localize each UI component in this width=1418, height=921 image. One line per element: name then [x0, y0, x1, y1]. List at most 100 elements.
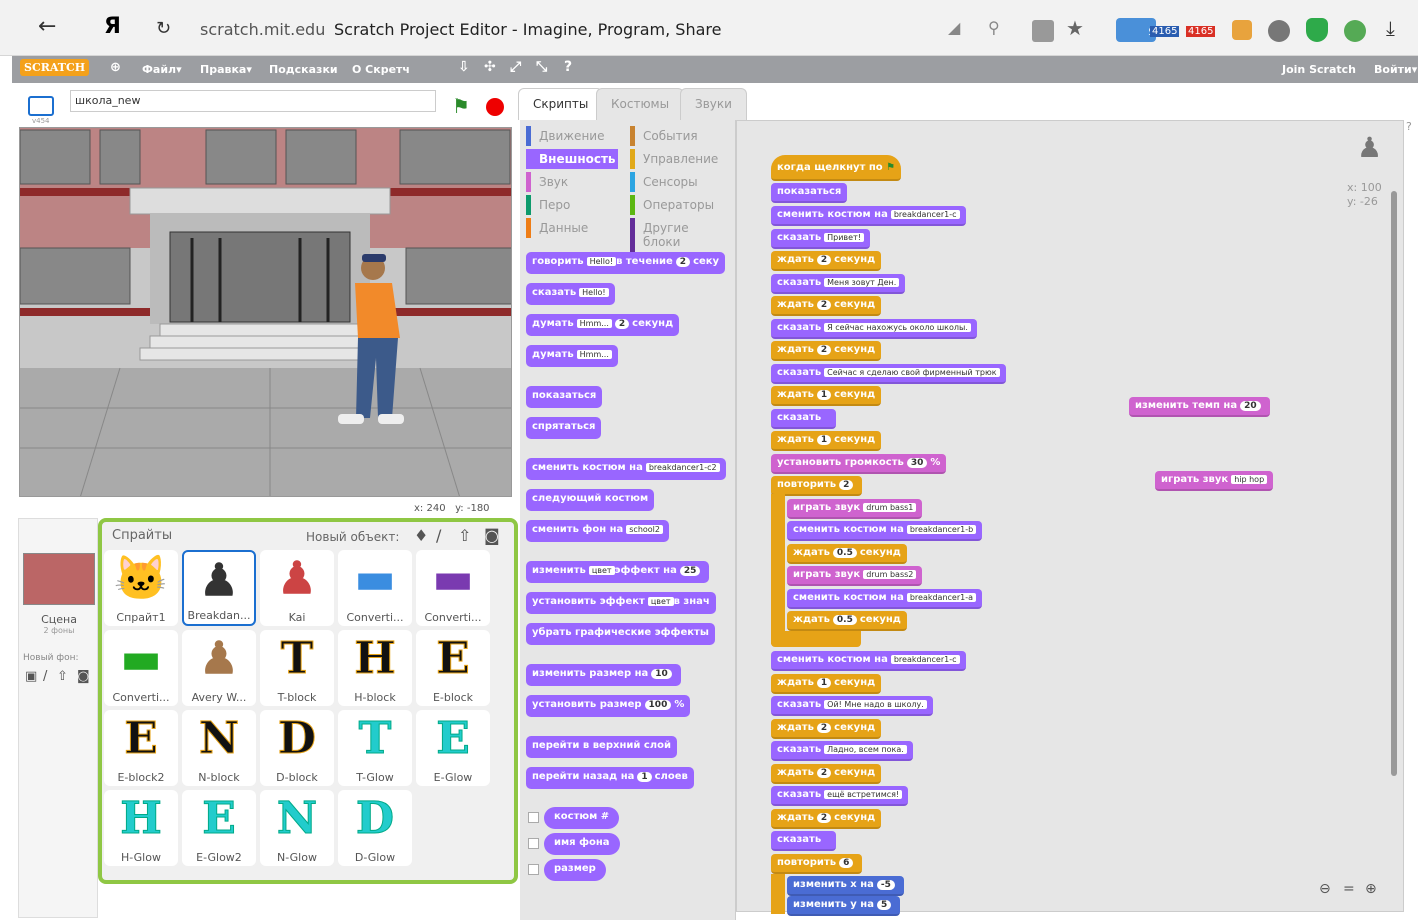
cut-icon[interactable]: ✣	[484, 59, 496, 75]
script-block[interactable]: сменить костюм на breakdancer1-c	[771, 206, 966, 226]
script-block[interactable]: ждать 1 секунд	[771, 674, 882, 694]
sprite-tile[interactable]: T T-Glow	[338, 710, 412, 786]
script-block[interactable]: сказать Я сейчас нахожусь около школы.	[771, 319, 977, 339]
tab-sounds[interactable]: Звуки	[680, 88, 747, 120]
paint-sprite-icon[interactable]: /	[436, 526, 441, 545]
palette-block[interactable]: перейти в верхний слой	[526, 736, 677, 758]
palette-block[interactable]: установить эффект цвет в знач	[526, 592, 716, 614]
script-block[interactable]: повторить 2	[771, 476, 863, 496]
palette-block[interactable]: сказать Hello!	[526, 283, 615, 305]
palette-block[interactable]: думать Hmm...	[526, 345, 618, 367]
palette-block[interactable]: показаться	[526, 386, 603, 408]
star-icon[interactable]: ★	[1066, 16, 1084, 40]
sprite-tile[interactable]: N N-block	[182, 710, 256, 786]
script-block[interactable]: показаться	[771, 183, 848, 203]
lock-icon[interactable]	[1032, 20, 1054, 42]
checkbox[interactable]	[528, 812, 539, 823]
script-block[interactable]: играть звук drum bass1	[787, 499, 923, 519]
checkbox[interactable]	[528, 838, 539, 849]
zoom-reset-icon[interactable]: =	[1343, 881, 1355, 897]
palette-block[interactable]: имя фона	[544, 833, 620, 855]
script-block[interactable]: сказать Привет!	[771, 229, 870, 249]
url-text[interactable]: scratch.mit.edu	[200, 20, 325, 39]
stage-canvas[interactable]	[19, 127, 512, 497]
reload-icon[interactable]: ↻	[156, 18, 171, 39]
script-block[interactable]: установить громкость 30%	[771, 454, 947, 474]
help-panel-icon[interactable]: ?	[1406, 120, 1418, 140]
shrink-icon[interactable]: ⤡	[536, 59, 547, 75]
help-icon[interactable]: ?	[564, 59, 572, 75]
category-9[interactable]: Другие блоки	[630, 218, 735, 252]
upload-sprite-icon[interactable]: ⇧	[458, 526, 471, 545]
mail-badge[interactable]: 4165	[1150, 26, 1180, 37]
sprite-tile[interactable]: E E-block	[416, 630, 490, 706]
menu-file[interactable]: Файл▾	[142, 63, 182, 76]
category-7[interactable]: Сенсоры	[630, 172, 706, 192]
script-block[interactable]: ждать 1 секунд	[771, 431, 882, 451]
sprite-tile[interactable]: D D-block	[260, 710, 334, 786]
search-icon[interactable]: ⚲	[988, 18, 1000, 37]
play-sound-block[interactable]: играть звук hip hop	[1155, 471, 1274, 491]
menu-about[interactable]: О Скретч	[352, 63, 410, 76]
sprite-tile[interactable]: ♟ Breakdan...	[182, 550, 256, 626]
menu-tips[interactable]: Подсказки	[269, 63, 338, 76]
category-1[interactable]: Внешность	[526, 149, 618, 169]
palette-block[interactable]: сменить костюм на breakdancer1-c2	[526, 458, 726, 480]
category-2[interactable]: Звук	[526, 172, 576, 192]
sprite-tile[interactable]: N N-Glow	[260, 790, 334, 866]
script-block[interactable]: сменить костюм на breakdancer1-b	[787, 521, 983, 541]
when-flag-clicked-hat[interactable]: когда щелкнут по ⚑	[771, 155, 902, 181]
script-block[interactable]: сменить костюм на breakdancer1-c	[771, 651, 966, 671]
script-block[interactable]: играть звук drum bass2	[787, 566, 923, 586]
script-block[interactable]: сказать	[771, 409, 837, 429]
zoom-in-icon[interactable]: ⊕	[1365, 881, 1377, 897]
palette-block[interactable]: перейти назад на 1 слоев	[526, 767, 694, 789]
back-icon[interactable]: ←	[38, 14, 56, 39]
ext-bug-icon[interactable]	[1344, 20, 1366, 42]
sprite-tile[interactable]: 🐱 Спрайт1	[104, 550, 178, 626]
sprite-tile[interactable]: H H-block	[338, 630, 412, 706]
script-block[interactable]: сказать ещё встретимся!	[771, 786, 909, 806]
palette-block[interactable]: изменить размер на 10	[526, 664, 681, 686]
script-block[interactable]: сказать	[771, 831, 837, 851]
mute-icon[interactable]: ◢	[948, 18, 960, 37]
script-block[interactable]: ждать 0.5 секунд	[787, 544, 907, 564]
script-block[interactable]: ждать 2 секунд	[771, 719, 882, 739]
script-block[interactable]: сказать Ладно, всем пока.	[771, 741, 913, 761]
palette-block[interactable]: убрать графические эффекты	[526, 623, 715, 645]
ext-circle-icon[interactable]	[1268, 20, 1290, 42]
palette-block[interactable]: сменить фон на school2	[526, 520, 669, 542]
palette-block[interactable]: изменить цвет эффект на 25	[526, 561, 710, 583]
category-0[interactable]: Движение	[526, 126, 612, 146]
palette-block[interactable]: установить размер 100%	[526, 695, 691, 717]
script-block[interactable]: сменить костюм на breakdancer1-a	[787, 589, 983, 609]
checkbox[interactable]	[528, 864, 539, 875]
grow-icon[interactable]: ⤢	[510, 59, 521, 75]
mail-badge-2[interactable]: 4165	[1186, 26, 1216, 37]
sprite-tile[interactable]: ♟ Avery W...	[182, 630, 256, 706]
sprite-tile[interactable]: E E-Glow	[416, 710, 490, 786]
shield-icon[interactable]	[1306, 18, 1328, 42]
sprite-tile[interactable]: ▬ Converti...	[416, 550, 490, 626]
tab-scripts[interactable]: Скрипты	[518, 88, 604, 120]
palette-block[interactable]: думать Hmm... 2 секунд	[526, 314, 680, 336]
category-5[interactable]: События	[630, 126, 706, 146]
script-block[interactable]: ждать 2 секунд	[771, 296, 882, 316]
palette-block[interactable]: следующий костюм	[526, 489, 655, 511]
sprite-tile[interactable]: T T-block	[260, 630, 334, 706]
sprite-tile[interactable]: ♟ Kai	[260, 550, 334, 626]
zoom-out-icon[interactable]: ⊖	[1319, 881, 1331, 897]
category-4[interactable]: Данные	[526, 218, 596, 238]
script-block[interactable]: ждать 2 секунд	[771, 764, 882, 784]
script-block[interactable]: сказать Ой! Мне надо в школу.	[771, 696, 933, 716]
browser-logo[interactable]: Я	[104, 14, 121, 39]
sprite-tile[interactable]: ▬ Converti...	[104, 630, 178, 706]
sprite-tile[interactable]: ▬ Converti...	[338, 550, 412, 626]
sprite-library-icon[interactable]: ♦	[414, 526, 428, 545]
palette-block[interactable]: спрятаться	[526, 417, 602, 439]
sprite-tile[interactable]: D D-Glow	[338, 790, 412, 866]
script-block[interactable]: изменить y на 5	[787, 896, 901, 916]
script-block[interactable]: ждать 2 секунд	[771, 251, 882, 271]
palette-block[interactable]: костюм #	[544, 807, 620, 829]
script-block[interactable]: сказать Сейчас я сделаю свой фирменный тр…	[771, 364, 1006, 384]
